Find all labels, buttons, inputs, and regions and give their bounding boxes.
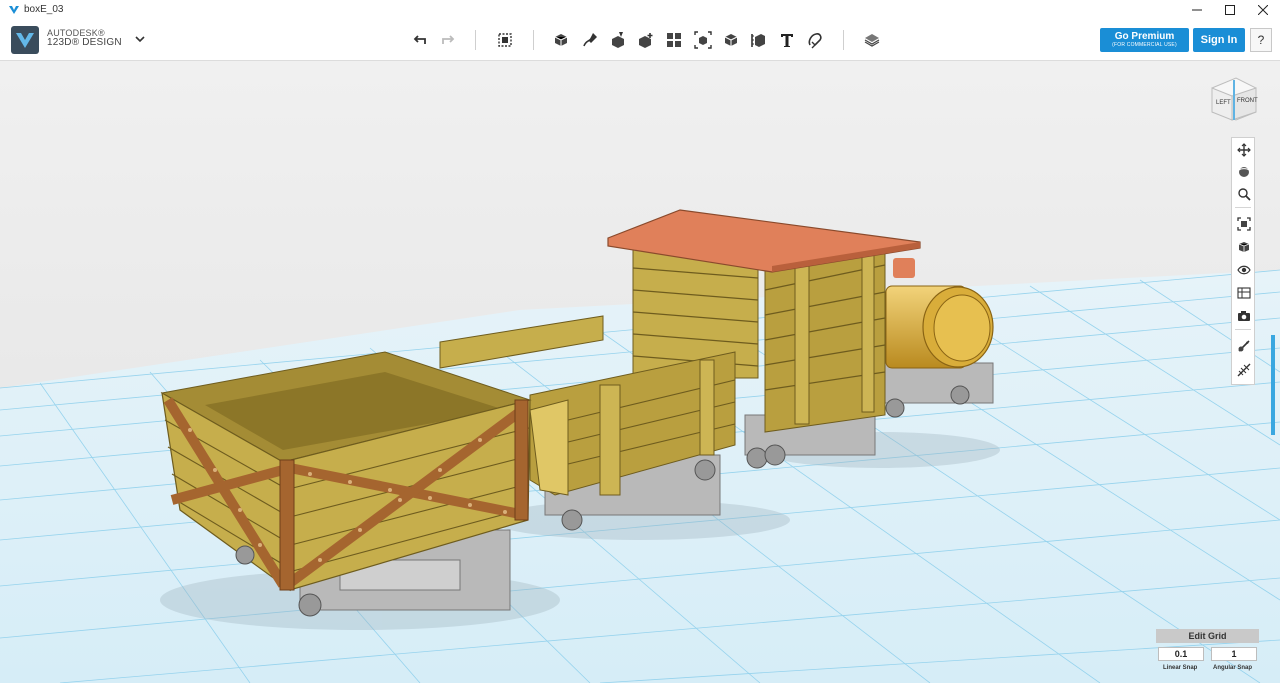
- window-title: boxE_03: [24, 4, 64, 15]
- close-icon[interactable]: [1246, 0, 1280, 20]
- minimize-icon[interactable]: [1180, 0, 1214, 20]
- 3d-viewport[interactable]: LEFT FRONT: [0, 61, 1280, 684]
- panel-scroll-indicator[interactable]: [1271, 335, 1275, 435]
- scene-canvas[interactable]: LEFT FRONT: [0, 61, 1280, 684]
- sketch-icon[interactable]: [579, 29, 601, 51]
- text-icon[interactable]: [776, 29, 798, 51]
- angular-snap-field[interactable]: 1: [1211, 647, 1257, 661]
- snap-icon[interactable]: [804, 29, 826, 51]
- viewcube-front-label: FRONT: [1237, 98, 1258, 104]
- toolbar-separator: [533, 30, 534, 50]
- angular-snap-label: Angular Snap: [1213, 665, 1253, 671]
- orbit-icon[interactable]: [1233, 162, 1255, 182]
- snap-tool-icon[interactable]: [1233, 336, 1255, 356]
- materials-outline-icon[interactable]: [1233, 283, 1255, 303]
- combine-icon[interactable]: [720, 29, 742, 51]
- views-icon[interactable]: [1233, 237, 1255, 257]
- go-premium-button[interactable]: Go Premium (FOR COMMERCIAL USE): [1100, 28, 1189, 52]
- brand-label: AUTODESK® 123D® DESIGN: [47, 28, 122, 48]
- app-icon: [9, 6, 19, 14]
- main-toolbar: AUTODESK® 123D® DESIGN Go Premium (FOR C…: [0, 20, 1280, 61]
- nav-separator: [1235, 207, 1251, 208]
- window-titlebar: boxE_03: [0, 0, 1280, 21]
- redo-icon[interactable]: [437, 29, 459, 51]
- navigation-bar: [1231, 137, 1255, 385]
- modify-icon[interactable]: [635, 29, 657, 51]
- transform-icon[interactable]: [494, 29, 516, 51]
- viewcube-left-label: LEFT: [1216, 100, 1231, 106]
- nav-separator: [1235, 329, 1251, 330]
- linear-snap-field[interactable]: 0.1: [1158, 647, 1204, 661]
- construct-icon[interactable]: [607, 29, 629, 51]
- toolbar-separator: [475, 30, 476, 50]
- edit-grid-button[interactable]: Edit Grid: [1156, 629, 1259, 643]
- chevron-down-icon[interactable]: [134, 33, 146, 45]
- help-button[interactable]: ?: [1250, 28, 1272, 52]
- maximize-icon[interactable]: [1213, 0, 1247, 20]
- pan-icon[interactable]: [1233, 140, 1255, 160]
- autodesk-123d-logo[interactable]: [11, 26, 39, 54]
- linear-snap-label: Linear Snap: [1163, 665, 1198, 671]
- group-icon[interactable]: [692, 29, 714, 51]
- toolbar-separator: [843, 30, 844, 50]
- material-icon[interactable]: [861, 29, 883, 51]
- visibility-icon[interactable]: [1233, 260, 1255, 280]
- measure-icon[interactable]: [748, 29, 770, 51]
- sign-in-button[interactable]: Sign In: [1193, 28, 1245, 52]
- pattern-icon[interactable]: [663, 29, 685, 51]
- grid-snap-panel: Edit Grid 0.1 1 Linear Snap Angular Snap: [1156, 629, 1260, 679]
- primitives-icon[interactable]: [550, 29, 572, 51]
- brand-line-2: 123D® DESIGN: [47, 37, 122, 48]
- zoom-icon[interactable]: [1233, 184, 1255, 204]
- edit-grid-tool-icon[interactable]: [1233, 360, 1255, 380]
- screenshot-icon[interactable]: [1233, 306, 1255, 326]
- undo-icon[interactable]: [409, 29, 431, 51]
- premium-label: Go Premium: [1114, 31, 1175, 42]
- fit-icon[interactable]: [1233, 214, 1255, 234]
- premium-sublabel: (FOR COMMERCIAL USE): [1112, 42, 1177, 48]
